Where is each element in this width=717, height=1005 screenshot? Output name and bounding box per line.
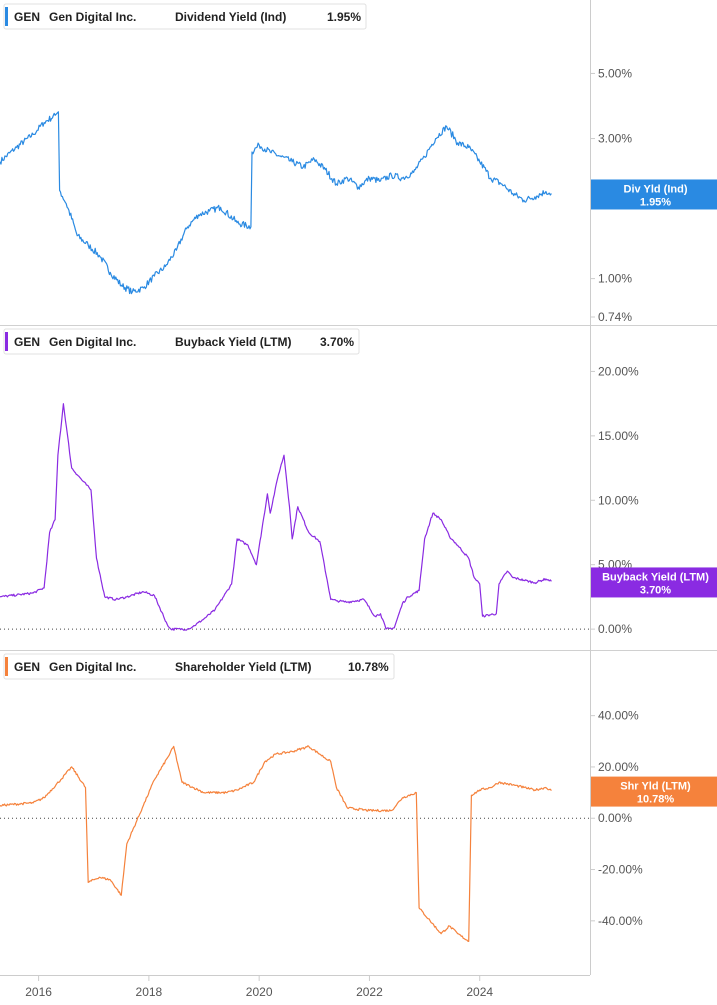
series-line: [0, 403, 552, 631]
badge-label: Buyback Yield (LTM): [602, 571, 709, 583]
legend-ticker: GEN: [14, 10, 40, 24]
y-tick-label: 0.74%: [598, 310, 632, 324]
value-badge: Div Yld (Ind)1.95%: [591, 179, 717, 210]
x-tick-label: 2018: [136, 985, 163, 999]
y-tick-label: 20.00%: [598, 760, 639, 774]
chart-stage: 5.00% 3.00% 1.00% 0.74% GEN Gen Digital Inc. D…: [0, 0, 717, 1005]
badge-label: Div Yld (Ind): [624, 183, 688, 195]
x-tick-label: 2024: [466, 985, 493, 999]
y-tick-label: 3.00%: [598, 132, 632, 146]
y-tick-label: 1.00%: [598, 272, 632, 286]
x-tick-label: 2016: [25, 985, 52, 999]
legend-swatch: [5, 7, 8, 26]
value-badge: Buyback Yield (LTM)3.70%: [591, 567, 717, 598]
y-tick-label: -40.00%: [598, 914, 643, 928]
y-tick-label: -20.00%: [598, 863, 643, 877]
y-tick-label: 10.00%: [598, 493, 639, 507]
legend-value: 3.70%: [320, 335, 354, 349]
badge-value: 3.70%: [640, 584, 671, 596]
legend-value: 1.95%: [327, 10, 361, 24]
legend-box: GEN Gen Digital Inc. Dividend Yield (Ind) 1…: [3, 3, 367, 30]
badge-value: 1.95%: [640, 196, 671, 208]
legend-company: Gen Digital Inc.: [49, 335, 136, 349]
legend-swatch: [5, 657, 8, 676]
legend-swatch: [5, 332, 8, 351]
series-line: [0, 111, 552, 295]
badge-value: 10.78%: [637, 794, 675, 806]
y-tick-label: 40.00%: [598, 709, 639, 723]
y-tick-label: 0.00%: [598, 622, 632, 636]
legend-metric: Dividend Yield (Ind): [175, 10, 286, 24]
legend-company: Gen Digital Inc.: [49, 660, 136, 674]
y-tick-label: 15.00%: [598, 429, 639, 443]
y-tick-label: 0.00%: [598, 811, 632, 825]
legend-ticker: GEN: [14, 335, 40, 349]
x-tick-label: 2020: [246, 985, 273, 999]
legend-metric: Buyback Yield (LTM): [175, 335, 291, 349]
legend-box: GEN Gen Digital Inc. Shareholder Yield (LT…: [3, 653, 395, 680]
badge-label: Shr Yld (LTM): [620, 781, 691, 793]
legend-value: 10.78%: [348, 660, 389, 674]
x-tick-label: 2022: [356, 985, 383, 999]
yield-charts: 5.00% 3.00% 1.00% 0.74% GEN Gen Digital Inc. D…: [0, 0, 717, 999]
value-badge: Shr Yld (LTM)10.78%: [591, 776, 717, 807]
legend-box: GEN Gen Digital Inc. Buyback Yield (LTM) 3.…: [3, 328, 360, 355]
legend-metric: Shareholder Yield (LTM): [175, 660, 311, 674]
series-line: [0, 745, 552, 942]
y-tick-label: 20.00%: [598, 364, 639, 378]
y-tick-label: 5.00%: [598, 66, 632, 80]
legend-ticker: GEN: [14, 660, 40, 674]
legend-company: Gen Digital Inc.: [49, 10, 136, 24]
